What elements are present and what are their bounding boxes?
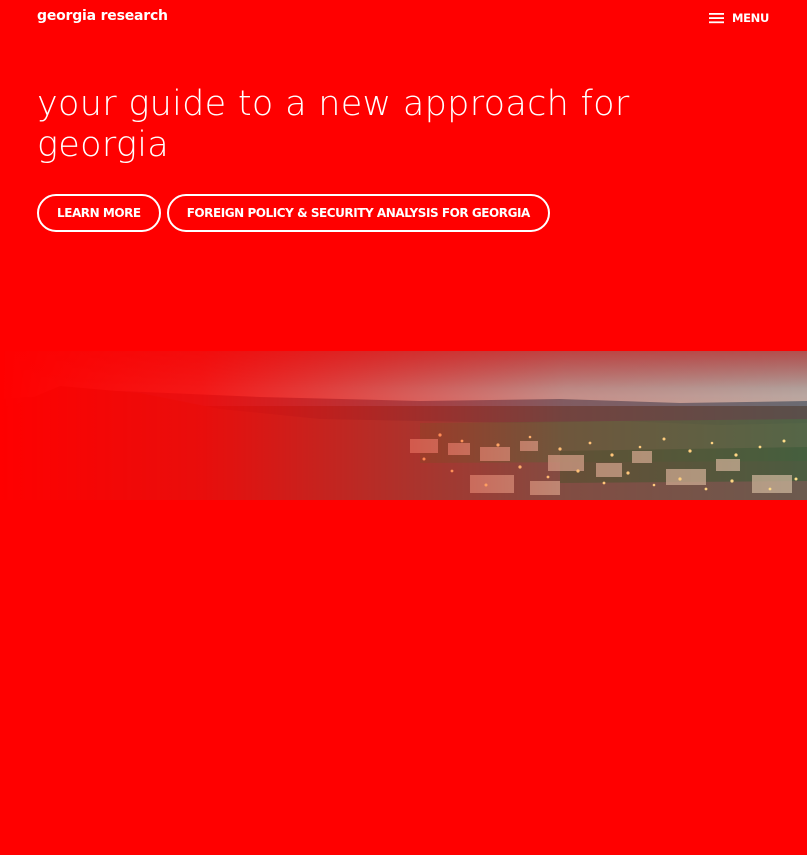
- hamburger-icon: [708, 12, 724, 24]
- foreign-policy-analysis-button[interactable]: FOREIGN POLICY & SECURITY ANALYSIS FOR G…: [166, 194, 550, 232]
- site-header: georgia research MENU: [0, 0, 807, 40]
- learn-more-button[interactable]: LEARN MORE: [37, 194, 161, 232]
- menu-label: MENU: [731, 11, 769, 25]
- brand-logo-link[interactable]: georgia research: [37, 8, 168, 24]
- hero-actions: LEARN MORE FOREIGN POLICY & SECURITY ANA…: [37, 194, 550, 232]
- hero-city-image: [0, 351, 807, 500]
- menu-button[interactable]: MENU: [708, 11, 769, 25]
- hero-title: your guide to a new approach for georgia: [37, 84, 630, 165]
